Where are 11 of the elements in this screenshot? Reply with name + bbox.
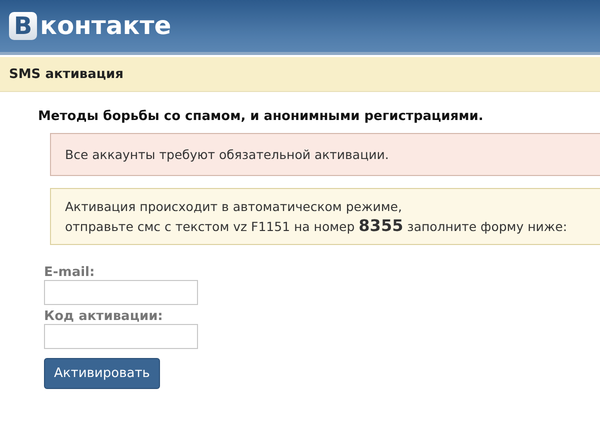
field-label: E-mail: — [44, 265, 95, 280]
activate-button[interactable]: Активировать — [44, 358, 160, 389]
field-label: Код активации: — [44, 309, 163, 324]
section-title: SMS активация — [9, 66, 124, 82]
error-notice: Все аккаунты требуют обязательной активации. — [50, 133, 600, 176]
logo-icon[interactable]: В — [9, 12, 37, 40]
logo-text[interactable]: контакте — [40, 12, 172, 40]
info-notice: Активация происходит в автоматическом режиме, отправьте смс с текстом vz F1151 на номер 8355 заполните форму ниже: — [50, 188, 600, 245]
page-heading: Методы борьбы со спамом, и анонимными регистрациями. — [38, 109, 484, 124]
input-field[interactable] — [44, 324, 198, 349]
input-field[interactable] — [44, 280, 198, 305]
